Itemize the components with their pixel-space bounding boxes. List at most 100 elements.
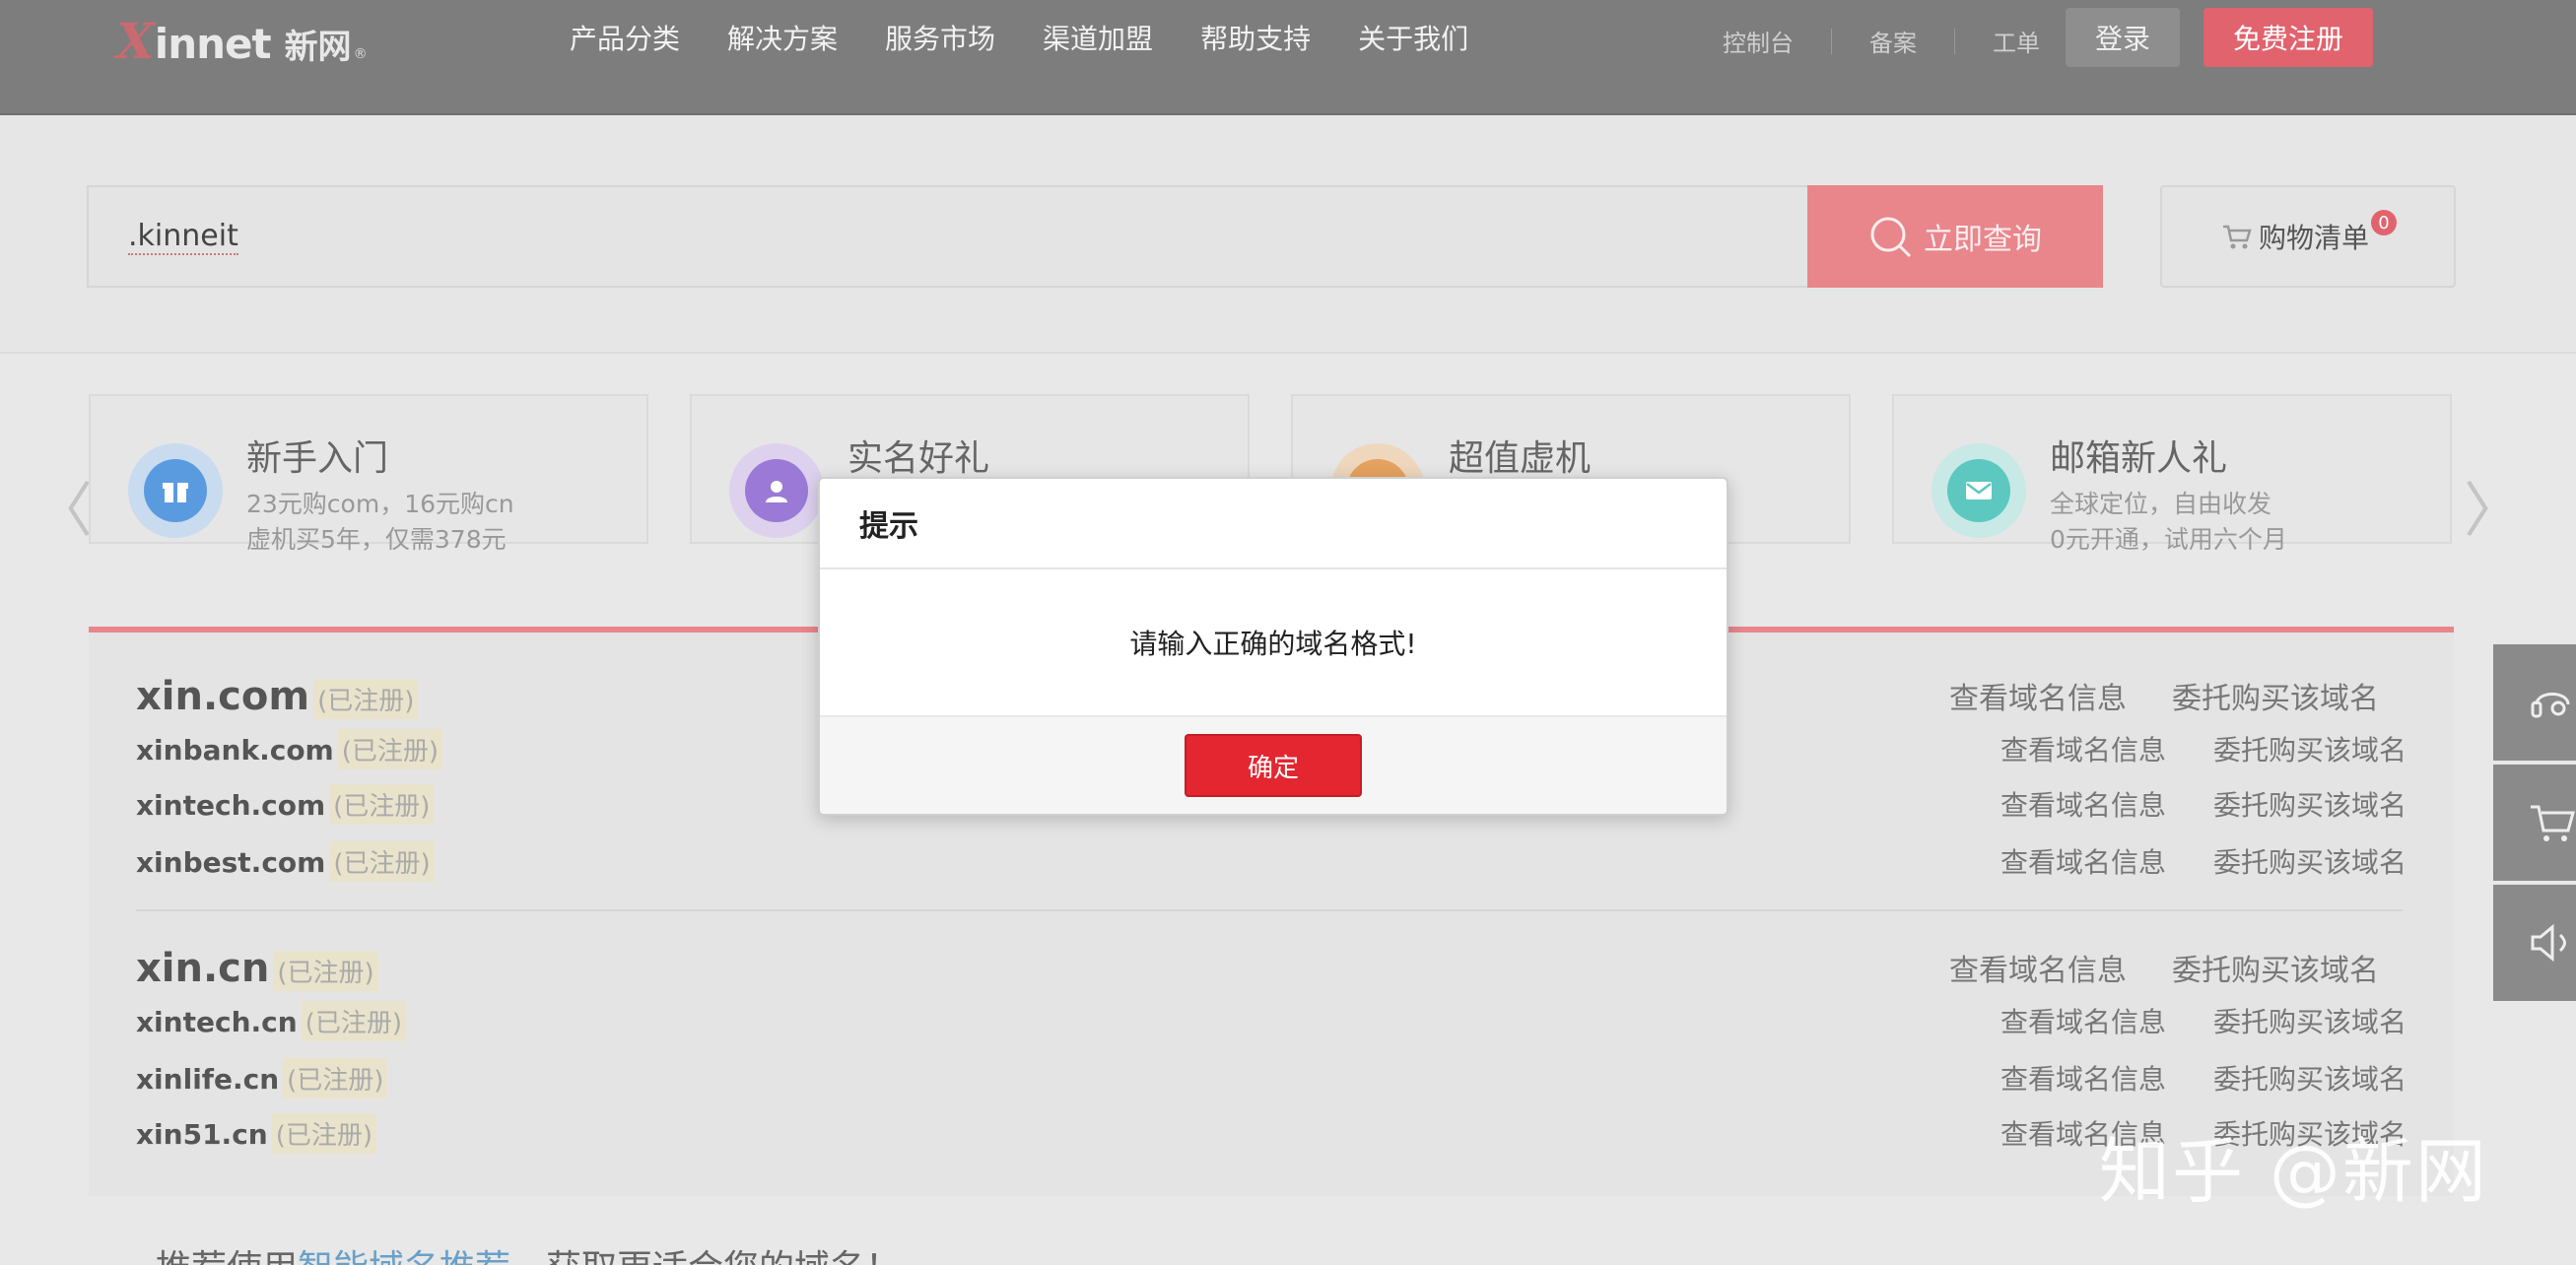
group-divider: [136, 909, 2403, 911]
result-row: xinbank.com (已注册): [136, 729, 442, 769]
promo-line1: 全球定位，自由收发: [2050, 485, 2271, 520]
view-domain-info-link[interactable]: 查看域名信息: [1949, 946, 2127, 989]
speaker-icon[interactable]: [2493, 885, 2576, 1001]
smart-recommend-link[interactable]: 智能域名推荐: [298, 1248, 510, 1265]
link-divider: [1831, 29, 1832, 54]
link-console[interactable]: 控制台: [1723, 24, 1794, 58]
logo-text: innet: [155, 20, 271, 68]
support-icon[interactable]: [2493, 644, 2576, 761]
search-input-value: .kinneit: [128, 219, 238, 255]
domain-name: xinbest.com: [136, 846, 325, 879]
entrust-buy-link[interactable]: 委托购买该域名: [2213, 1058, 2407, 1098]
logo-x: X: [116, 12, 155, 70]
result-actions: 查看域名信息 委托购买该域名: [1953, 729, 2407, 768]
entrust-buy-link[interactable]: 委托购买该域名: [2213, 784, 2407, 824]
cart-icon: [2221, 223, 2253, 250]
promo-card-newbie[interactable]: 新手入门 23元购com，16元购cn 虚机买5年，仅需378元: [89, 394, 648, 544]
top-header: Xinnet新网® 产品分类 解决方案 服务市场 渠道加盟 帮助支持 关于我们 …: [0, 0, 2576, 115]
carousel-next-icon[interactable]: 〉: [2464, 463, 2523, 549]
search-button-label: 立即查询: [1924, 215, 2042, 258]
gift-icon: [144, 459, 207, 522]
registered-tag: (已注册): [273, 951, 377, 991]
result-actions: 查看域名信息 委托购买该域名: [1953, 1058, 2407, 1098]
registered-tag: (已注册): [272, 1113, 376, 1154]
recommend-prefix: 推荐使用: [156, 1248, 298, 1265]
link-divider: [1954, 29, 1955, 54]
view-domain-info-link[interactable]: 查看域名信息: [1949, 674, 2127, 717]
domain-name: xintech.com: [136, 789, 325, 822]
result-row: xinlife.cn (已注册): [136, 1058, 387, 1099]
cart-count-badge: 0: [2371, 210, 2397, 235]
result-actions: 查看域名信息 委托购买该域名: [1953, 1001, 2407, 1040]
alert-dialog: 提示 请输入正确的域名格式! 确定: [818, 477, 1729, 816]
dialog-footer: 确定: [820, 715, 1727, 814]
link-filing[interactable]: 备案: [1869, 24, 1917, 58]
entrust-buy-link[interactable]: 委托购买该域名: [2213, 1001, 2407, 1040]
register-button[interactable]: 免费注册: [2203, 8, 2373, 67]
result-actions: 查看域名信息 委托购买该域名: [1904, 674, 2379, 717]
nav-help[interactable]: 帮助支持: [1200, 18, 1311, 57]
domain-name: xinbank.com: [136, 734, 334, 766]
result-row: xintech.com (已注册): [136, 784, 434, 825]
domain-name: xin51.cn: [136, 1118, 268, 1151]
registered-tag: (已注册): [302, 1001, 406, 1041]
entrust-buy-link[interactable]: 委托购买该域名: [2172, 946, 2379, 989]
view-domain-info-link[interactable]: 查看域名信息: [2000, 729, 2166, 768]
nav-products[interactable]: 产品分类: [570, 18, 680, 57]
promo-title: 新手入门: [246, 430, 388, 481]
floating-sidebar: [2493, 644, 2576, 1005]
cart-label: 购物清单: [2259, 217, 2369, 256]
nav-channel[interactable]: 渠道加盟: [1043, 18, 1153, 57]
view-domain-info-link[interactable]: 查看域名信息: [2000, 784, 2166, 824]
registered-tag: (已注册): [329, 841, 434, 882]
result-row-main: xin.com (已注册): [136, 674, 418, 719]
registered-tag: (已注册): [283, 1058, 387, 1099]
nav-about[interactable]: 关于我们: [1358, 18, 1468, 57]
view-domain-info-link[interactable]: 查看域名信息: [2000, 1058, 2166, 1098]
cart-icon[interactable]: [2493, 765, 2576, 881]
top-links: 控制台 备案 工单: [1723, 24, 2040, 58]
entrust-buy-link[interactable]: 委托购买该域名: [2172, 674, 2379, 717]
domain-name: xin.cn: [136, 946, 269, 991]
result-actions: 查看域名信息 委托购买该域名: [1953, 784, 2407, 824]
user-icon: [745, 459, 808, 522]
promo-title: 邮箱新人礼: [2050, 430, 2227, 481]
promo-line2: 0元开通，试用六个月: [2050, 520, 2287, 556]
entrust-buy-link[interactable]: 委托购买该域名: [2213, 729, 2407, 768]
entrust-buy-link[interactable]: 委托购买该域名: [2213, 841, 2407, 881]
registered-tag: (已注册): [313, 679, 418, 719]
search-button[interactable]: 立即查询: [1807, 185, 2103, 288]
recommend-text: 推荐使用智能域名推荐，获取更适合您的域名！: [156, 1239, 901, 1265]
nav-market[interactable]: 服务市场: [885, 18, 995, 57]
zhihu-watermark: 知乎 @新网: [2099, 1113, 2488, 1217]
domain-name: xinlife.cn: [136, 1063, 279, 1096]
registered-tag: (已注册): [329, 784, 434, 825]
logo-cn: 新网: [285, 20, 352, 68]
domain-search-input[interactable]: .kinneit: [87, 185, 1807, 288]
result-row: xintech.cn (已注册): [136, 1001, 406, 1041]
domain-name: xin.com: [136, 674, 309, 719]
confirm-button[interactable]: 确定: [1185, 734, 1362, 797]
promo-card-mail[interactable]: 邮箱新人礼 全球定位，自由收发 0元开通，试用六个月: [1892, 394, 2452, 544]
nav-solutions[interactable]: 解决方案: [727, 18, 838, 57]
shopping-cart-button[interactable]: 购物清单 0: [2160, 185, 2456, 288]
carousel-prev-icon[interactable]: 〈: [34, 463, 93, 549]
main-nav: 产品分类 解决方案 服务市场 渠道加盟 帮助支持 关于我们: [570, 18, 1516, 57]
result-row: xin51.cn (已注册): [136, 1113, 376, 1154]
result-actions: 查看域名信息 委托购买该域名: [1904, 946, 2379, 989]
link-ticket[interactable]: 工单: [1993, 24, 2040, 58]
promo-line1: 23元购com，16元购cn: [246, 485, 514, 520]
mail-icon: [1947, 459, 2010, 522]
logo-reg: ®: [354, 46, 368, 62]
view-domain-info-link[interactable]: 查看域名信息: [2000, 841, 2166, 881]
domain-name: xintech.cn: [136, 1006, 298, 1038]
registered-tag: (已注册): [338, 729, 442, 769]
result-row-main: xin.cn (已注册): [136, 946, 378, 991]
xinnet-logo[interactable]: Xinnet 新网®: [116, 12, 368, 71]
view-domain-info-link[interactable]: 查看域名信息: [2000, 1001, 2166, 1040]
promo-line2: 虚机买5年，仅需378元: [246, 520, 507, 556]
recommend-suffix: ，获取更适合您的域名！: [510, 1248, 901, 1265]
result-actions: 查看域名信息 委托购买该域名: [1953, 841, 2407, 881]
login-button[interactable]: 登录: [2066, 8, 2180, 67]
promo-icon-ring: [729, 443, 824, 538]
